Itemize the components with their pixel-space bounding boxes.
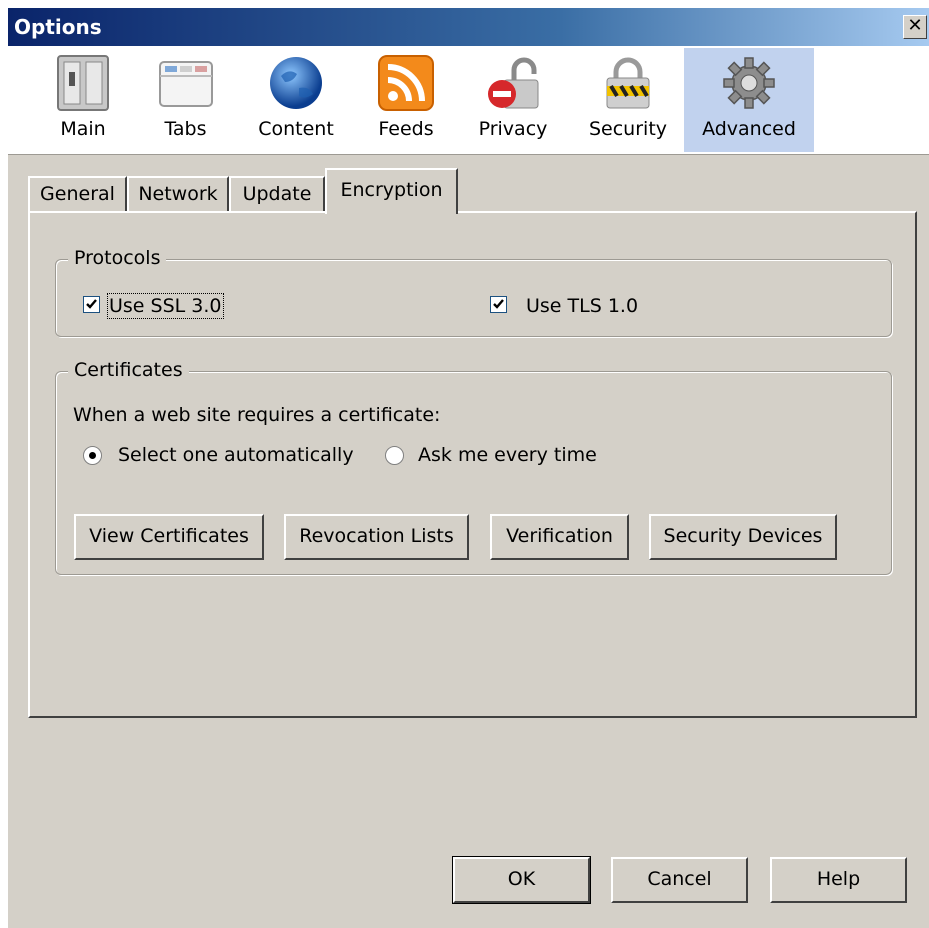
pane-label: Feeds: [378, 118, 434, 140]
certificate-prompt: When a web site requires a certificate:: [73, 404, 441, 426]
tab-general[interactable]: General: [28, 176, 127, 211]
pane-label: Privacy: [478, 118, 548, 140]
options-window: Options ✕ Main Tabs Content Feeds Privac…: [8, 8, 929, 928]
pane-content[interactable]: Content: [243, 48, 349, 152]
pane-label: Content: [258, 118, 334, 140]
tab-label: General: [40, 183, 115, 205]
pane-feeds[interactable]: Feeds: [360, 48, 452, 152]
ok-button[interactable]: OK: [452, 856, 591, 904]
protocols-legend: Protocols: [68, 247, 167, 269]
globe-icon: [270, 57, 322, 109]
main-switch-icon: [57, 55, 109, 111]
view-certificates-button[interactable]: View Certificates: [74, 514, 264, 560]
pane-label: Tabs: [164, 118, 207, 140]
tab-update[interactable]: Update: [229, 176, 325, 211]
checkmark-icon: [86, 299, 97, 309]
title-bar[interactable]: Options ✕: [8, 8, 929, 46]
tab-encryption[interactable]: Encryption: [325, 168, 458, 214]
encryption-panel: Protocols Use SSL 3.0 Use TLS 1.0 Certif…: [28, 211, 917, 718]
pane-label: Security: [588, 118, 668, 140]
close-icon: ✕: [907, 15, 923, 36]
ssl-checkbox[interactable]: [83, 296, 100, 313]
pane-label: Main: [60, 118, 106, 140]
ask-every-time-label[interactable]: Ask me every time: [418, 444, 597, 466]
checkmark-icon: [493, 299, 504, 309]
pane-privacy[interactable]: Privacy: [463, 48, 563, 152]
tab-label: Network: [138, 183, 218, 205]
radio-dot: [89, 452, 96, 459]
tab-label: Encryption: [340, 179, 443, 201]
auto-select-radio[interactable]: [83, 446, 102, 465]
close-button[interactable]: ✕: [903, 15, 927, 39]
tls-label[interactable]: Use TLS 1.0: [526, 295, 638, 317]
pane-security[interactable]: Security: [573, 48, 683, 152]
cancel-button[interactable]: Cancel: [611, 857, 748, 903]
tab-label: Update: [242, 183, 312, 205]
ask-every-time-radio[interactable]: [385, 446, 404, 465]
privacy-lock-icon: [488, 57, 539, 109]
window-title: Options: [14, 15, 102, 39]
revocation-lists-button[interactable]: Revocation Lists: [284, 514, 469, 560]
auto-select-label[interactable]: Select one automatically: [118, 444, 354, 466]
verification-button[interactable]: Verification: [490, 514, 629, 560]
rss-feed-icon: [378, 55, 434, 111]
tabs-window-icon: [158, 61, 213, 107]
pane-toolbar: Main Tabs Content Feeds Privacy Security…: [8, 46, 929, 155]
pane-label: Advanced: [702, 118, 796, 140]
certificates-legend: Certificates: [68, 359, 189, 381]
security-padlock-icon: [606, 57, 650, 109]
security-devices-button[interactable]: Security Devices: [649, 514, 837, 560]
tab-network[interactable]: Network: [127, 176, 229, 211]
gear-icon: [723, 57, 775, 109]
protocols-group: Protocols Use SSL 3.0 Use TLS 1.0: [55, 247, 892, 337]
pane-tabs[interactable]: Tabs: [138, 48, 233, 152]
pane-advanced[interactable]: Advanced: [684, 48, 814, 152]
ssl-label[interactable]: Use SSL 3.0: [107, 293, 224, 319]
tls-checkbox[interactable]: [490, 296, 507, 313]
pane-main[interactable]: Main: [28, 48, 138, 152]
certificates-group: Certificates When a web site requires a …: [55, 359, 892, 575]
help-button[interactable]: Help: [770, 857, 907, 903]
